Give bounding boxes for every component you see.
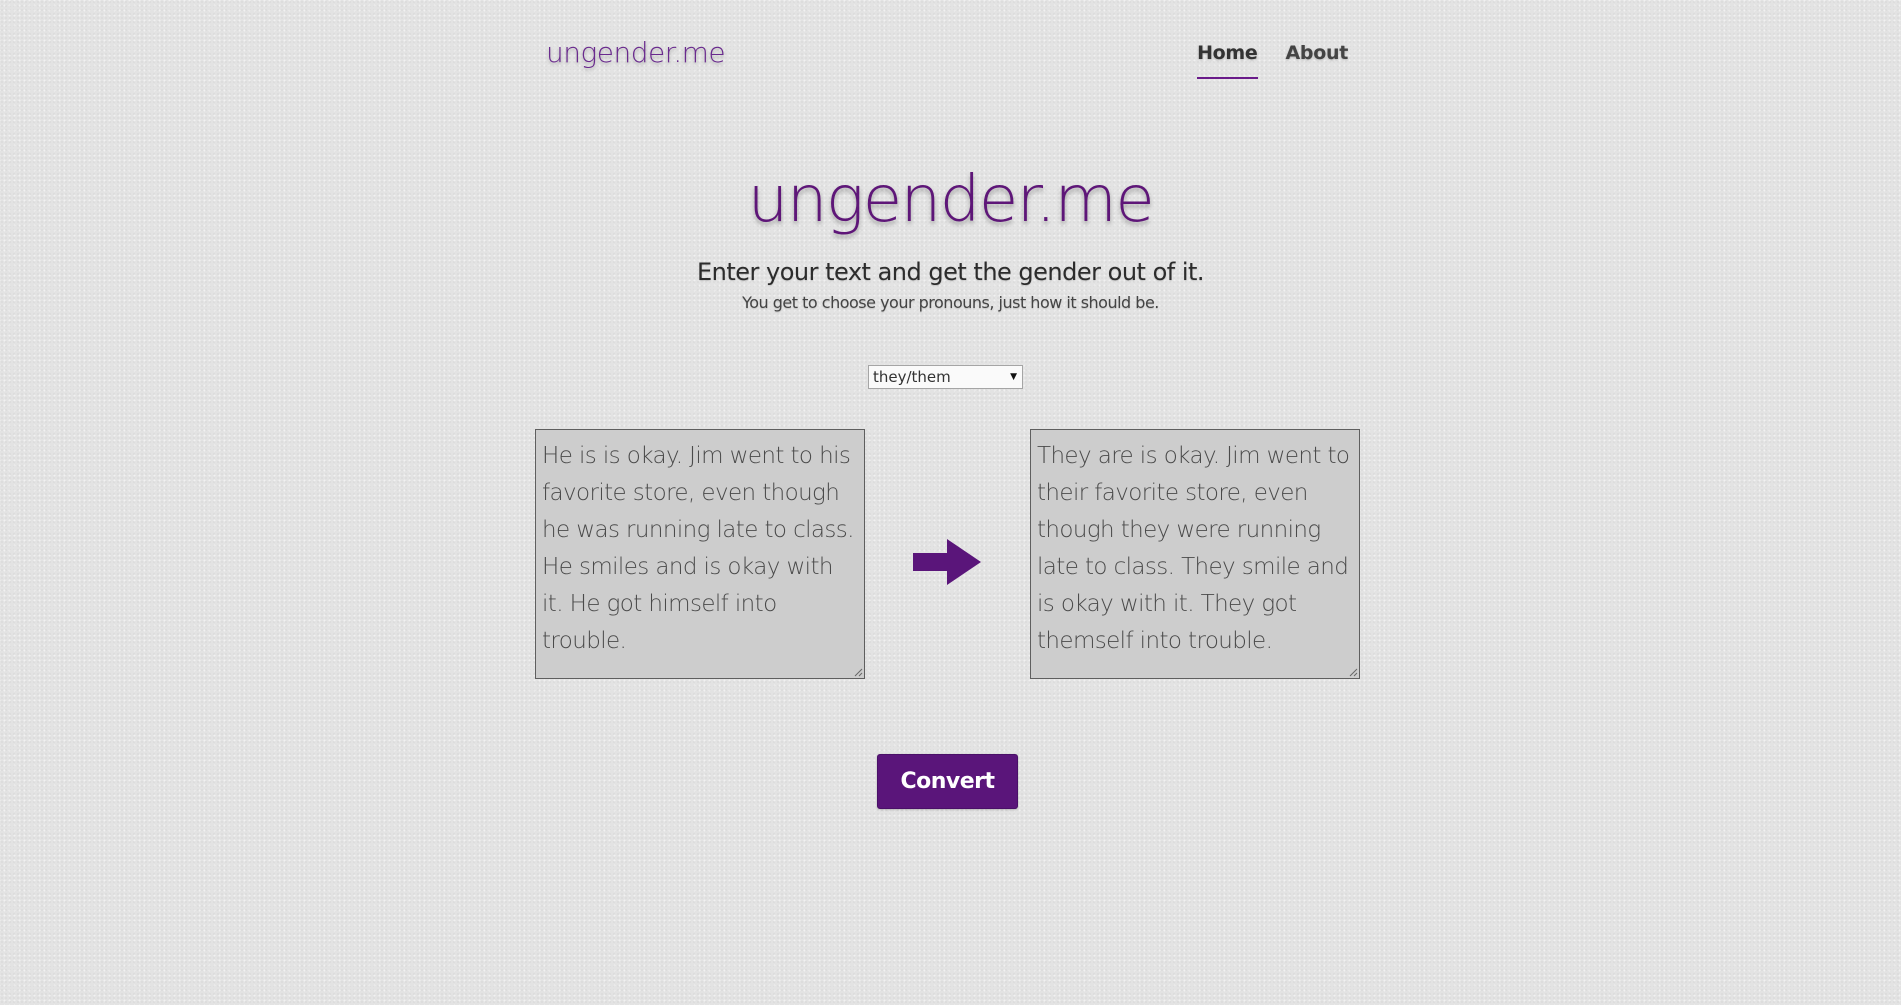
resize-grip-icon[interactable] — [854, 668, 863, 677]
input-textarea[interactable]: He is is okay. Jim went to his favorite … — [535, 429, 865, 679]
page-title: ungender.me — [747, 163, 1155, 237]
nav-home-link[interactable]: Home — [1197, 42, 1258, 79]
top-nav: Home About — [1197, 42, 1348, 79]
convert-button[interactable]: Convert — [877, 754, 1018, 809]
brand-logo[interactable]: ungender.me — [546, 36, 726, 69]
resize-grip-icon[interactable] — [1349, 668, 1358, 677]
caret-down-icon: ▼ — [1010, 372, 1017, 382]
nav-about-link[interactable]: About — [1286, 42, 1349, 79]
page-tagline: You get to choose your pronouns, just ho… — [742, 293, 1159, 312]
output-textarea[interactable]: They are is okay. Jim went to their favo… — [1030, 429, 1360, 679]
output-text: They are is okay. Jim went to their favo… — [1037, 443, 1350, 654]
right-arrow-icon — [913, 539, 981, 585]
input-text: He is is okay. Jim went to his favorite … — [542, 443, 854, 654]
pronoun-select[interactable]: they/them ▼ — [868, 365, 1023, 389]
pronoun-select-value: they/them — [873, 368, 951, 386]
page-subtitle: Enter your text and get the gender out o… — [696, 258, 1205, 286]
